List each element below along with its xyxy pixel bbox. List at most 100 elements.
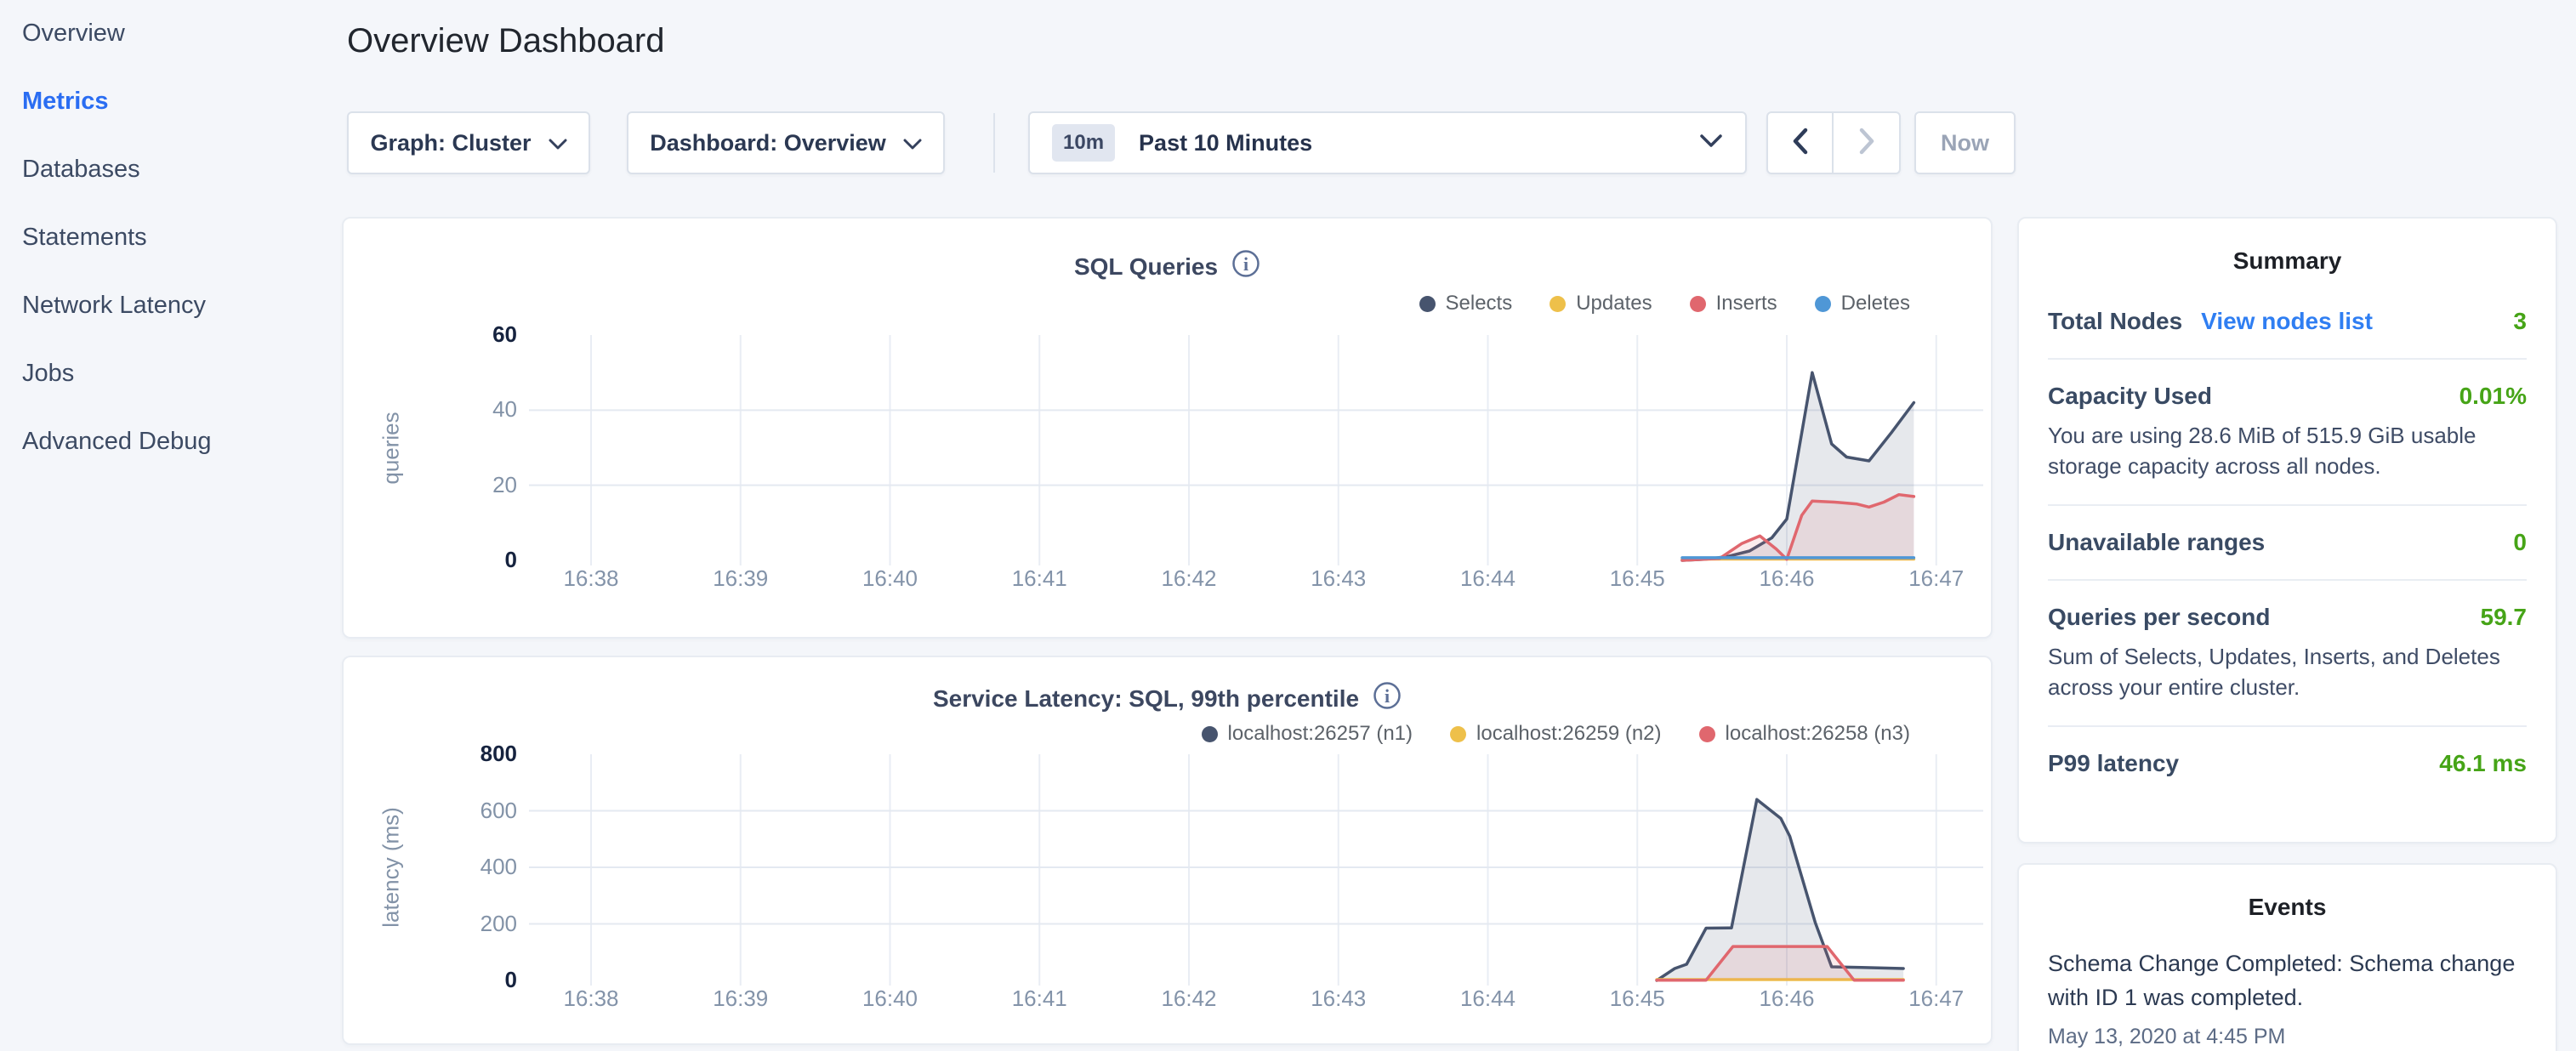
- legend-item[interactable]: Deletes: [1815, 292, 1910, 315]
- y-axis-tick-label: 0: [425, 547, 517, 573]
- info-icon[interactable]: i: [1231, 249, 1260, 284]
- legend-dot-icon: [1699, 726, 1715, 742]
- chart-legend: localhost:26257 (n1) localhost:26259 (n2)…: [1202, 722, 1910, 746]
- view-nodes-list-link[interactable]: View nodes list: [2201, 308, 2373, 335]
- dashboard-dropdown-label: Dashboard: Overview: [650, 130, 886, 156]
- events-panel: Events Schema Change Completed: Schema c…: [2017, 863, 2557, 1051]
- time-back-button[interactable]: [1768, 113, 1834, 173]
- summary-row-label: Capacity Used: [2048, 383, 2212, 410]
- graph-dropdown[interactable]: Graph: Cluster: [347, 111, 590, 174]
- sidebar-item-metrics[interactable]: Metrics: [22, 84, 109, 118]
- series-area-Selects: [1682, 372, 1914, 560]
- legend-item[interactable]: localhost:26257 (n1): [1202, 722, 1413, 746]
- series-area-Inserts: [1682, 495, 1914, 560]
- x-axis-tick-label: 16:46: [1719, 986, 1855, 1012]
- sidebar-item-statements[interactable]: Statements: [22, 220, 147, 254]
- summary-panel: Summary Total Nodes View nodes list 3 Ca…: [2017, 217, 2557, 844]
- summary-row-queries-per-second: Queries per second 59.7 Sum of Selects, …: [2048, 579, 2527, 725]
- y-axis-tick-label: 200: [425, 911, 517, 937]
- event-item[interactable]: Schema Change Completed: Schema change w…: [2048, 946, 2527, 1049]
- chevron-down-icon: [549, 130, 567, 156]
- x-axis-tick-label: 16:40: [822, 986, 958, 1012]
- summary-row-description: You are using 28.6 MiB of 515.9 GiB usab…: [2048, 420, 2527, 481]
- legend-item[interactable]: localhost:26258 (n3): [1699, 722, 1910, 746]
- x-axis-tick-label: 16:47: [1868, 565, 2005, 592]
- legend-item[interactable]: Inserts: [1690, 292, 1777, 315]
- dashboard-dropdown[interactable]: Dashboard: Overview: [627, 111, 945, 174]
- series-line-Selects: [1682, 372, 1914, 560]
- series-line-Inserts: [1682, 495, 1914, 560]
- x-axis-tick-label: 16:44: [1420, 986, 1556, 1012]
- controls-divider: [993, 113, 995, 173]
- time-step-buttons: [1766, 111, 1901, 174]
- x-axis-tick-label: 16:38: [523, 565, 659, 592]
- summary-row-value: 59.7: [2481, 604, 2528, 631]
- series-area-localhost:26257 (n1): [1657, 799, 1903, 980]
- summary-row-total-nodes: Total Nodes View nodes list 3: [2048, 285, 2527, 358]
- y-axis-label: queries: [378, 412, 405, 484]
- events-title: Events: [2019, 894, 2556, 921]
- service-latency-chart-card: Service Latency: SQL, 99th percentile i …: [342, 656, 1993, 1045]
- x-axis-tick-label: 16:41: [971, 986, 1107, 1012]
- legend-dot-icon: [1419, 296, 1436, 312]
- x-axis-tick-label: 16:46: [1719, 565, 1855, 592]
- y-axis-tick-label: 600: [425, 798, 517, 824]
- chart-legend: Selects Updates Inserts Deletes: [1419, 292, 1911, 315]
- legend-item[interactable]: localhost:26259 (n2): [1450, 722, 1661, 746]
- info-icon[interactable]: i: [1373, 681, 1402, 716]
- time-range-badge: 10m: [1052, 124, 1115, 162]
- summary-row-value: 0.01%: [2459, 383, 2527, 410]
- summary-row-capacity-used: Capacity Used 0.01% You are using 28.6 M…: [2048, 358, 2527, 504]
- summary-row-unavailable-ranges: Unavailable ranges 0: [2048, 504, 2527, 579]
- sql-queries-chart-card: SQL Queries i 020406016:3816:3916:4016:4…: [342, 217, 1993, 639]
- y-axis-tick-label: 400: [425, 854, 517, 880]
- legend-item[interactable]: Selects: [1419, 292, 1513, 315]
- x-axis-tick-label: 16:41: [971, 565, 1107, 592]
- summary-row-label: Total Nodes: [2048, 308, 2182, 335]
- legend-label: Inserts: [1716, 292, 1777, 315]
- legend-dot-icon: [1202, 726, 1218, 742]
- sidebar-item-advanced-debug[interactable]: Advanced Debug: [22, 424, 212, 458]
- chevron-right-icon: [1856, 127, 1878, 160]
- chevron-left-icon: [1789, 127, 1811, 160]
- summary-title: Summary: [2019, 247, 2556, 275]
- event-timestamp: May 13, 2020 at 4:45 PM: [2048, 1025, 2527, 1049]
- x-axis-tick-label: 16:43: [1271, 986, 1407, 1012]
- summary-row-label: Unavailable ranges: [2048, 529, 2265, 556]
- chevron-down-icon: [903, 130, 922, 156]
- sidebar-item-databases[interactable]: Databases: [22, 152, 140, 186]
- y-axis-tick-label: 20: [425, 472, 517, 498]
- x-axis-tick-label: 16:40: [822, 565, 958, 592]
- events-list: Schema Change Completed: Schema change w…: [2019, 946, 2556, 1049]
- legend-item[interactable]: Updates: [1550, 292, 1652, 315]
- now-button[interactable]: Now: [1914, 111, 2016, 174]
- sidebar-item-network-latency[interactable]: Network Latency: [22, 288, 206, 322]
- time-range-selector[interactable]: 10m Past 10 Minutes: [1028, 111, 1747, 174]
- x-axis-tick-label: 16:45: [1569, 986, 1705, 1012]
- x-axis-tick-label: 16:42: [1121, 986, 1257, 1012]
- app-root: Overview Metrics Databases Statements Ne…: [0, 0, 2576, 1051]
- x-axis-tick-label: 16:44: [1420, 565, 1556, 592]
- legend-label: localhost:26259 (n2): [1476, 722, 1661, 746]
- y-axis-label: latency (ms): [378, 807, 405, 928]
- summary-row-p99-latency: P99 latency 46.1 ms: [2048, 725, 2527, 800]
- summary-rows: Total Nodes View nodes list 3 Capacity U…: [2019, 285, 2556, 800]
- chart-title-text: Service Latency: SQL, 99th percentile: [933, 685, 1359, 713]
- summary-row-value: 46.1 ms: [2439, 750, 2527, 777]
- sidebar-item-overview[interactable]: Overview: [22, 16, 125, 50]
- legend-label: Deletes: [1841, 292, 1910, 315]
- series-line-localhost:26257 (n1): [1657, 799, 1903, 980]
- x-axis-tick-label: 16:39: [673, 986, 809, 1012]
- y-axis-tick-label: 0: [425, 967, 517, 993]
- legend-label: Updates: [1576, 292, 1652, 315]
- summary-row-label: P99 latency: [2048, 750, 2179, 777]
- event-text: Schema Change Completed: Schema change w…: [2048, 946, 2527, 1014]
- series-area-localhost:26258 (n3): [1657, 946, 1903, 980]
- legend-label: localhost:26258 (n3): [1726, 722, 1910, 746]
- summary-row-label: Queries per second: [2048, 604, 2270, 631]
- time-forward-button[interactable]: [1834, 113, 1899, 173]
- sidebar-item-jobs[interactable]: Jobs: [22, 356, 74, 390]
- graph-dropdown-label: Graph: Cluster: [370, 130, 531, 156]
- legend-label: localhost:26257 (n1): [1228, 722, 1413, 746]
- chart-title: Service Latency: SQL, 99th percentile i: [344, 681, 1991, 716]
